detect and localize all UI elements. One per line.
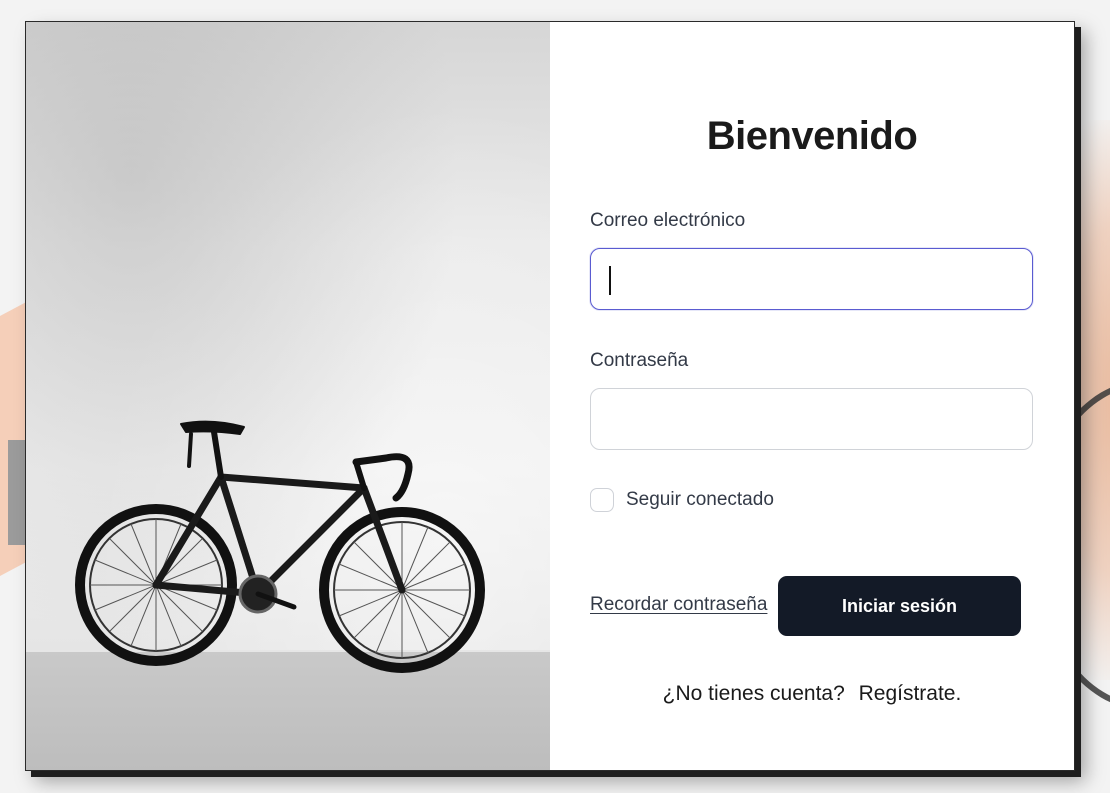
bicycle-photo: [26, 22, 550, 770]
page-title: Bienvenido: [706, 114, 918, 158]
remember-row[interactable]: Seguir conectado: [590, 488, 774, 512]
no-account-text: ¿No tienes cuenta?: [662, 682, 845, 705]
remember-checkbox[interactable]: [590, 488, 614, 512]
email-label: Correo electrónico: [590, 210, 746, 231]
password-label: Contraseña: [590, 350, 689, 371]
register-prompt: ¿No tienes cuenta? Regístrate.: [550, 682, 1074, 706]
bicycle-icon: [75, 420, 485, 673]
register-link[interactable]: Regístrate.: [859, 682, 962, 705]
login-modal: Bienvenido Correo electrónico Contraseña…: [25, 21, 1075, 771]
email-field[interactable]: [590, 248, 1033, 310]
password-field[interactable]: [590, 388, 1033, 450]
forgot-password-link[interactable]: Recordar contraseña: [590, 594, 767, 616]
text-caret: [609, 266, 611, 295]
login-button[interactable]: Iniciar sesión: [778, 576, 1021, 636]
remember-label[interactable]: Seguir conectado: [626, 489, 774, 511]
login-form: Bienvenido Correo electrónico Contraseña…: [550, 22, 1074, 770]
